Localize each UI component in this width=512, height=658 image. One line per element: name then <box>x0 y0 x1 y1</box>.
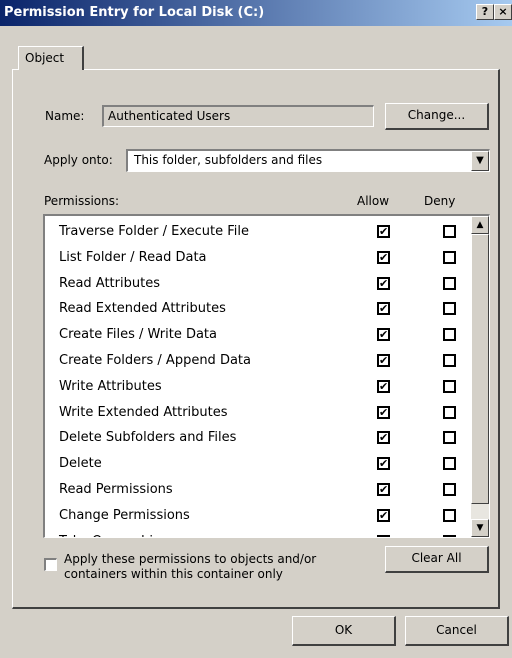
permission-name: Delete Subfolders and Files <box>59 430 237 446</box>
allow-checkbox[interactable]: ✔ <box>377 328 390 342</box>
permission-name: Change Permissions <box>59 507 190 523</box>
permission-row: Write Attributes ✔ <box>59 377 479 401</box>
permission-row: Create Folders / Append Data ✔ <box>59 351 479 375</box>
allow-header: Allow <box>357 194 390 208</box>
allow-checkbox[interactable]: ✔ <box>377 379 390 393</box>
title-bar: Permission Entry for Local Disk (C:) ? × <box>0 0 512 26</box>
tab-object-label: Object <box>25 51 65 65</box>
deny-checkbox[interactable] <box>443 405 456 419</box>
permission-name: Read Extended Attributes <box>59 301 226 317</box>
scroll-up-icon[interactable]: ▲ <box>471 216 489 234</box>
allow-checkbox[interactable]: ✔ <box>377 250 390 264</box>
permission-row: Read Attributes ✔ <box>59 274 479 298</box>
allow-checkbox[interactable]: ✔ <box>377 276 390 290</box>
deny-checkbox[interactable] <box>443 328 456 342</box>
deny-checkbox[interactable] <box>443 302 456 316</box>
allow-checkbox[interactable]: ✔ <box>377 302 390 316</box>
permission-row: Delete ✔ <box>59 454 479 478</box>
scroll-thumb[interactable] <box>471 234 489 504</box>
permission-row: Delete Subfolders and Files ✔ <box>59 428 479 452</box>
permission-row: Read Permissions ✔ <box>59 480 479 504</box>
allow-checkbox[interactable]: ✔ <box>377 354 390 367</box>
deny-checkbox[interactable] <box>443 250 456 264</box>
tab-object[interactable]: Object <box>18 46 84 70</box>
permission-name: Create Files / Write Data <box>59 327 217 343</box>
allow-checkbox[interactable]: ✔ <box>377 483 390 496</box>
allow-checkbox[interactable]: ✔ <box>377 431 390 445</box>
cancel-button[interactable]: Cancel <box>405 616 509 646</box>
window-title: Permission Entry for Local Disk (C:) <box>4 5 265 20</box>
permissions-header: Permissions: <box>44 194 120 208</box>
permissions-list[interactable]: Traverse Folder / Execute File ✔ List Fold… <box>43 214 490 538</box>
permission-name: Read Permissions <box>59 482 173 497</box>
change-button[interactable]: Change... <box>385 103 489 130</box>
clear-all-button[interactable]: Clear All <box>385 546 489 573</box>
apply-inherit-label-2: containers within this container only <box>64 567 283 581</box>
permission-row: Create Files / Write Data ✔ <box>59 325 479 349</box>
permission-row: List Folder / Read Data ✔ <box>59 248 479 272</box>
apply-onto-dropdown[interactable]: This folder, subfolders and files ▼ <box>126 149 490 172</box>
apply-inherit-label-1: Apply these permissions to objects and/o… <box>64 552 317 566</box>
deny-checkbox[interactable] <box>443 483 456 496</box>
deny-checkbox[interactable] <box>443 225 456 238</box>
deny-checkbox[interactable] <box>443 431 456 445</box>
allow-checkbox[interactable]: ✔ <box>377 405 390 419</box>
permission-name: List Folder / Read Data <box>59 249 207 265</box>
deny-checkbox[interactable] <box>443 457 456 471</box>
dropdown-arrow-icon[interactable]: ▼ <box>471 151 489 171</box>
deny-checkbox[interactable] <box>443 379 456 393</box>
permission-name: Write Attributes <box>59 378 162 394</box>
help-button[interactable]: ? <box>476 4 494 20</box>
apply-inherit-checkbox[interactable] <box>44 558 57 571</box>
name-value: Authenticated Users <box>108 109 231 123</box>
permission-name: Create Folders / Append Data <box>59 353 251 368</box>
permission-name: Delete <box>59 456 102 472</box>
permission-name: Traverse Folder / Execute File <box>59 224 249 239</box>
permission-row: Write Extended Attributes ✔ <box>59 403 479 427</box>
permission-name: Write Extended Attributes <box>59 404 228 420</box>
apply-onto-value: This folder, subfolders and files <box>134 153 323 167</box>
permission-name: Read Attributes <box>59 275 160 291</box>
deny-checkbox[interactable] <box>443 508 456 522</box>
allow-checkbox[interactable]: ✔ <box>377 225 390 238</box>
deny-checkbox[interactable] <box>443 276 456 290</box>
name-field: Authenticated Users <box>102 105 374 127</box>
close-button[interactable]: × <box>494 4 512 20</box>
ok-button[interactable]: OK <box>292 616 396 646</box>
deny-checkbox[interactable] <box>443 354 456 367</box>
deny-checkbox[interactable] <box>443 534 456 537</box>
name-label: Name: <box>45 109 85 123</box>
allow-checkbox[interactable]: ✔ <box>377 508 390 522</box>
permission-name: Take Ownership <box>59 534 161 537</box>
permission-row: Change Permissions ✔ <box>59 506 479 530</box>
permission-row: Read Extended Attributes ✔ <box>59 299 479 323</box>
apply-onto-label: Apply onto: <box>44 153 113 167</box>
permission-row: Traverse Folder / Execute File ✔ <box>59 222 479 246</box>
allow-checkbox[interactable]: ✔ <box>377 457 390 471</box>
allow-checkbox[interactable]: ✔ <box>377 534 390 537</box>
permissions-scrollbar[interactable]: ▲ ▼ <box>471 216 489 537</box>
deny-header: Deny <box>424 194 456 208</box>
permission-row: Take Ownership ✔ <box>59 532 479 537</box>
scroll-down-icon[interactable]: ▼ <box>471 519 489 537</box>
